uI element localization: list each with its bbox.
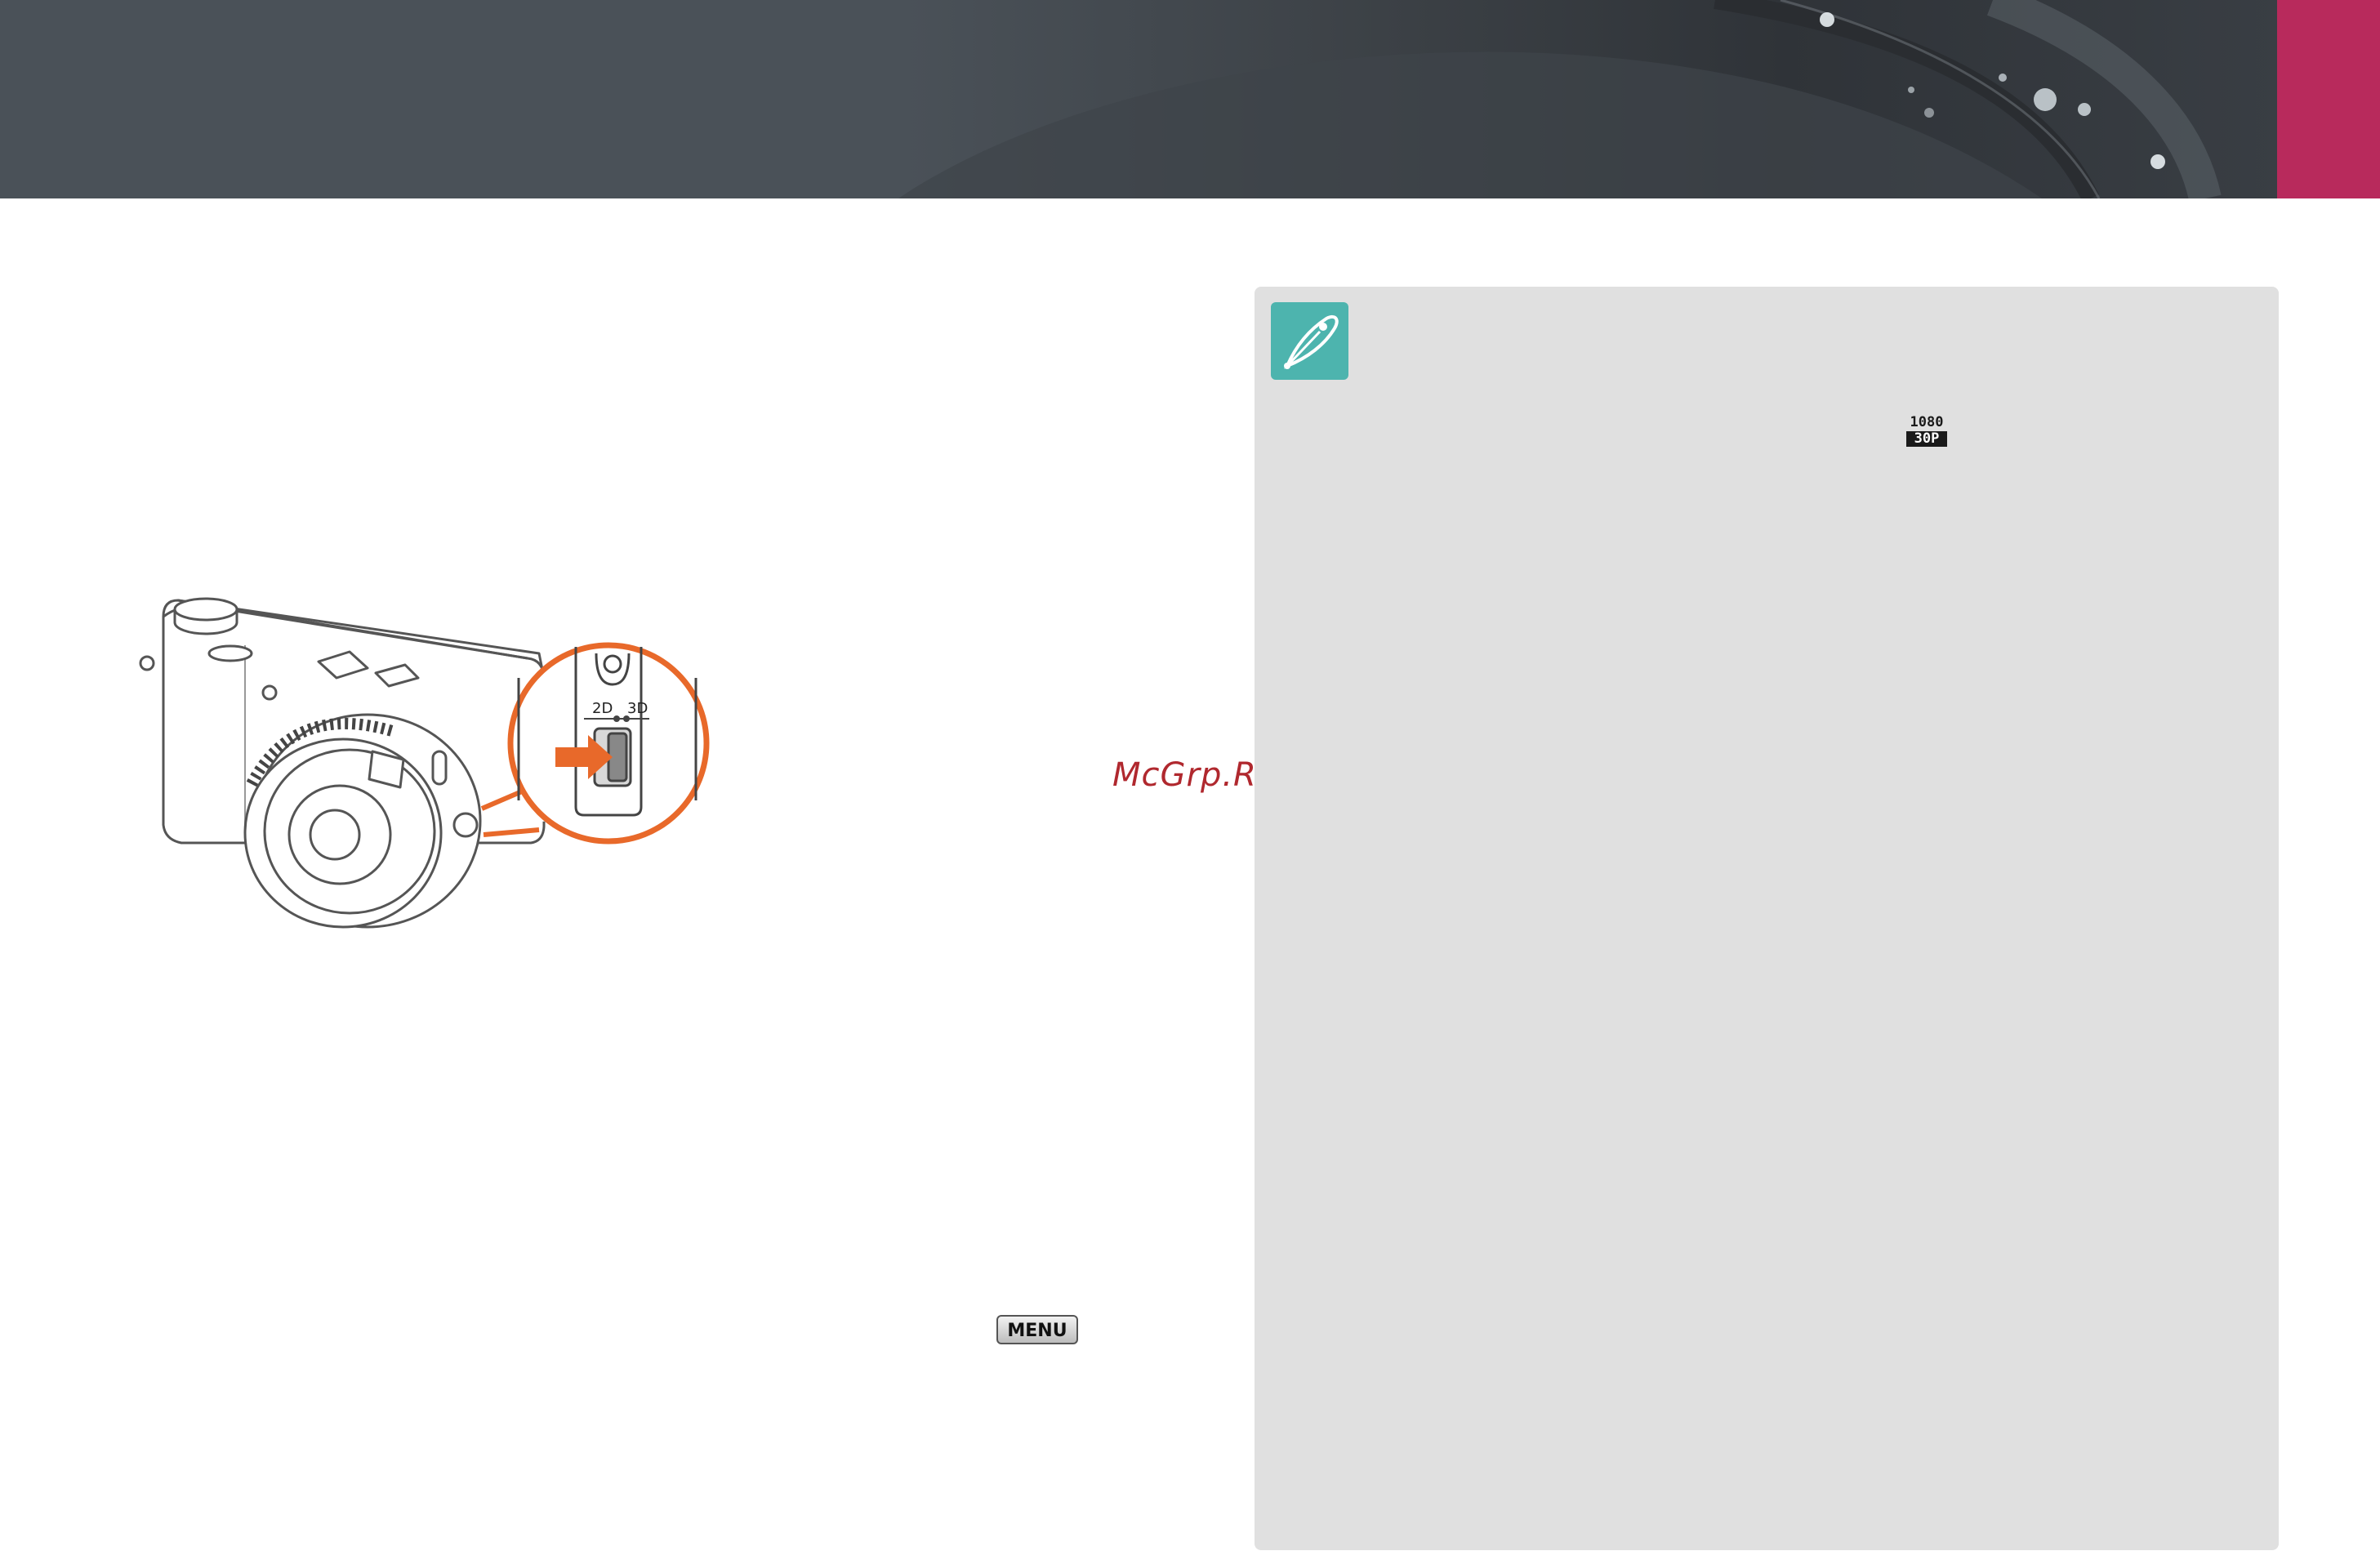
note-panel: [1255, 287, 2279, 1550]
note-icon: [1271, 302, 1348, 380]
header-accent-tab: [2277, 0, 2380, 198]
resolution-top-label: 1080: [1910, 414, 1944, 430]
header-swoosh-graphic: [898, 0, 2222, 198]
menu-button-icon: MENU: [996, 1315, 1078, 1344]
watermark: McGrp.Ru: [1112, 756, 1279, 794]
pen-nib-icon: [1284, 314, 1339, 369]
camera-3d-switch-illustration: 2D 3D: [139, 597, 710, 929]
switch-label-3d: 3D: [627, 700, 648, 717]
resolution-1080-30p-icon: 1080 30P: [1906, 415, 1947, 448]
resolution-bottom-label: 30P: [1906, 431, 1947, 447]
page-header: [0, 0, 2380, 198]
switch-label-2d: 2D: [592, 700, 613, 717]
